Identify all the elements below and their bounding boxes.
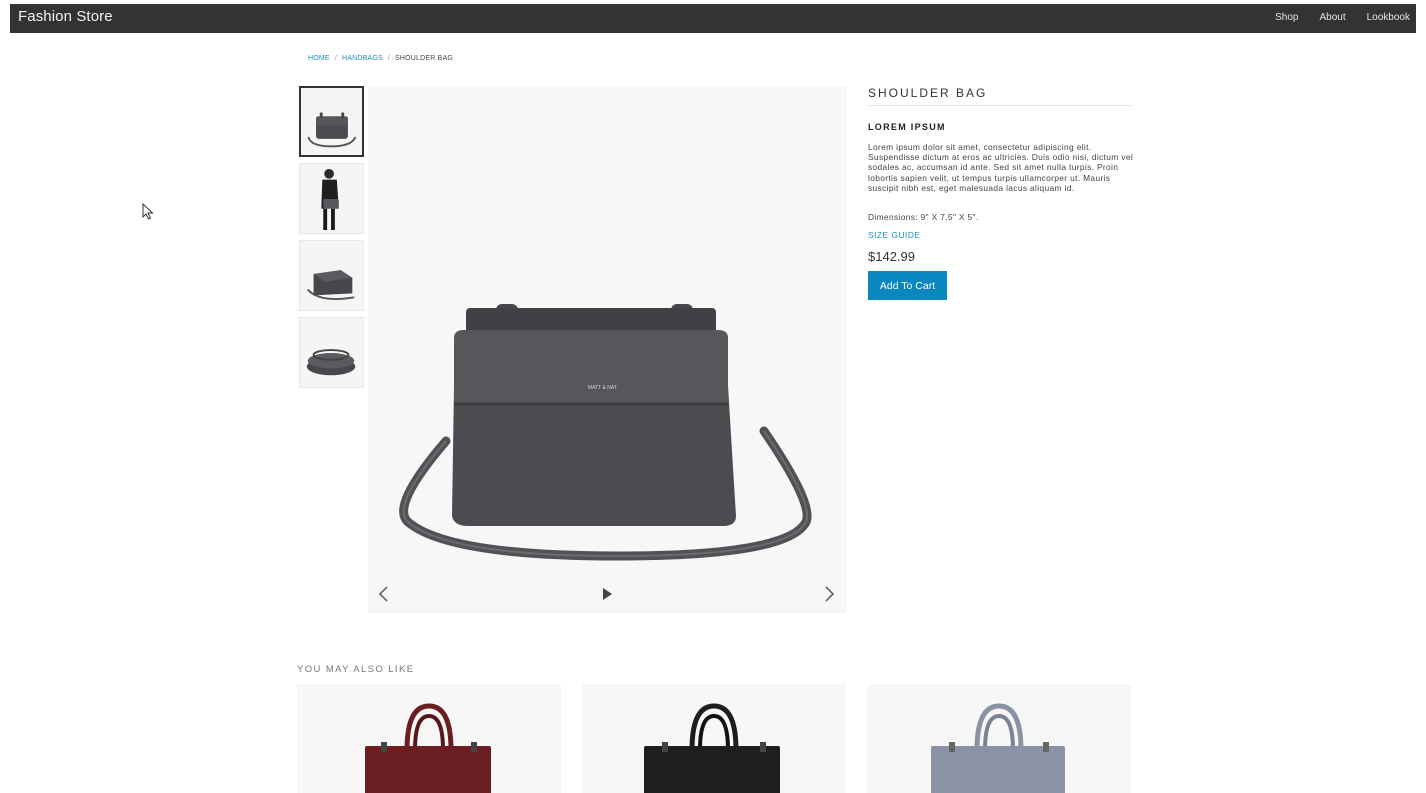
top-navigation-bar: Fashion Store Shop About Lookbook: [10, 4, 1416, 33]
chevron-left-icon: [378, 586, 388, 602]
breadcrumb-home[interactable]: HOME: [308, 55, 330, 62]
maroon-tote-image: [365, 703, 491, 793]
bag-front-thumbnail-icon: [307, 112, 357, 148]
bag-top-thumbnail-icon: [306, 349, 356, 376]
breadcrumb-separator: /: [387, 55, 391, 62]
brand-stamp: MATT & NAT: [588, 385, 617, 391]
product-subtitle: LOREM IPSUM: [868, 122, 946, 132]
product-title: SHOULDER BAG: [868, 86, 988, 100]
breadcrumb-current: SHOULDER BAG: [395, 55, 454, 62]
play-icon: [603, 588, 612, 600]
breadcrumb-separator: /: [334, 55, 337, 62]
nav-item-about[interactable]: About: [1319, 12, 1345, 23]
related-product-card[interactable]: [582, 684, 846, 793]
breadcrumb-handbags[interactable]: HANDBAGS: [342, 55, 383, 62]
store-logo[interactable]: Fashion Store: [18, 8, 113, 25]
grey-blue-tote-image: [931, 703, 1065, 793]
related-product-card[interactable]: [867, 684, 1131, 793]
title-divider: [868, 105, 1132, 106]
play-slideshow-button[interactable]: [595, 582, 619, 606]
thumbnail-bag-front[interactable]: [299, 86, 364, 157]
mouse-cursor-icon: [142, 203, 154, 220]
add-to-cart-button[interactable]: Add To Cart: [868, 271, 947, 300]
thumbnail-bag-top[interactable]: [299, 317, 364, 388]
bag-angle-thumbnail-icon: [307, 270, 355, 300]
product-price: $142.99: [868, 249, 915, 264]
thumbnail-bag-angle[interactable]: [299, 240, 364, 311]
chevron-right-icon: [825, 586, 835, 602]
nav-item-shop[interactable]: Shop: [1275, 12, 1298, 23]
black-tote-image: [644, 703, 780, 793]
size-guide-link[interactable]: SIZE GUIDE: [868, 230, 920, 240]
related-product-card[interactable]: [297, 684, 561, 793]
main-nav: Shop About Lookbook: [1275, 12, 1410, 23]
next-image-button[interactable]: [817, 582, 841, 606]
product-dimensions: Dimensions: 9" X 7.5" X 5".: [868, 212, 979, 222]
product-description: Lorem ipsum dolor sit amet, consectetur …: [868, 142, 1134, 193]
thumbnail-model[interactable]: [299, 163, 364, 234]
related-products-heading: YOU MAY ALSO LIKE: [297, 664, 415, 675]
breadcrumb: HOME / HANDBAGS / SHOULDER BAG: [308, 55, 453, 62]
shoulder-bag-image: MATT & NAT: [399, 304, 812, 561]
previous-image-button[interactable]: [372, 582, 396, 606]
product-main-image[interactable]: MATT & NAT: [368, 86, 847, 613]
nav-item-lookbook[interactable]: Lookbook: [1367, 12, 1410, 23]
model-wearing-bag-thumbnail-icon: [321, 168, 339, 230]
